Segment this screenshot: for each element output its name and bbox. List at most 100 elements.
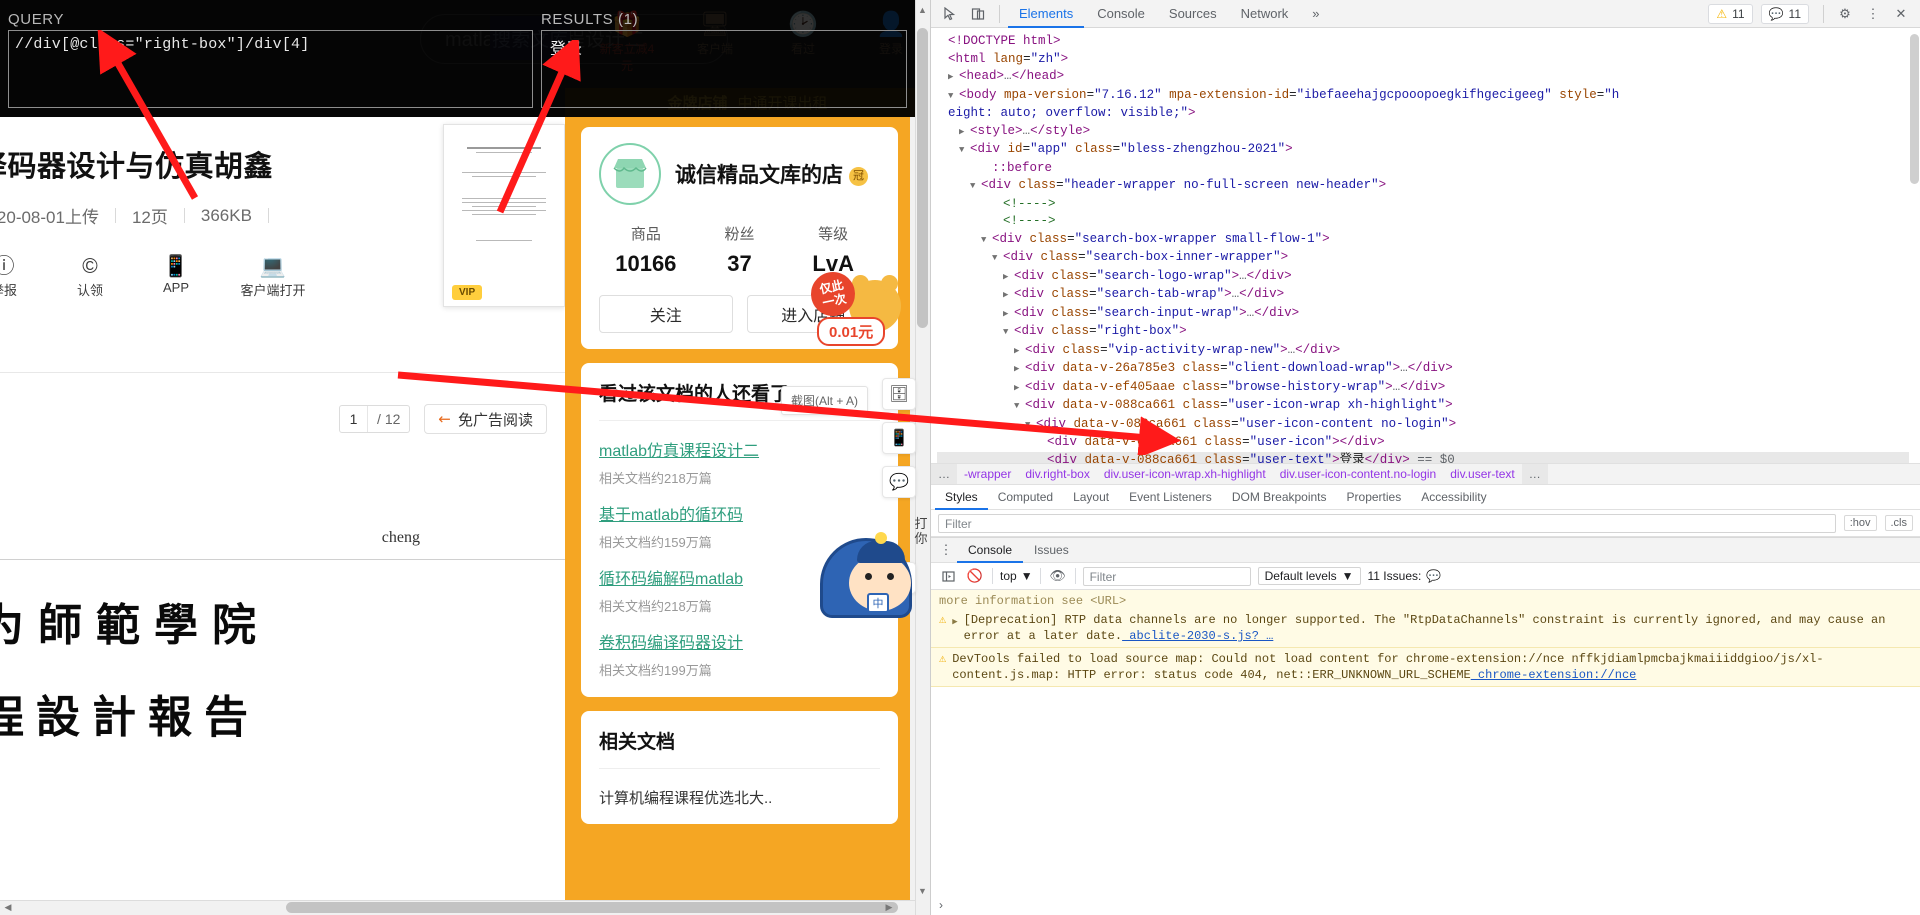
- dom-node[interactable]: <div class="search-tab-wrap">…</div>: [937, 286, 1920, 305]
- warning-count-badge[interactable]: ⚠ 11: [1708, 3, 1753, 24]
- execution-context-selector[interactable]: top ▼: [1000, 569, 1033, 583]
- console-message[interactable]: ⚠ DevTools failed to load source map: Cou…: [931, 648, 1920, 687]
- disclosure-triangle-icon[interactable]: [1003, 269, 1014, 287]
- live-expression-eye-icon[interactable]: 👁: [1048, 566, 1068, 586]
- breadcrumb-item[interactable]: -wrapper: [957, 467, 1018, 481]
- xpath-query-input[interactable]: //div[@class="right-box"]/div[4]: [8, 30, 533, 108]
- dom-tree-scrollbar[interactable]: [1909, 28, 1920, 463]
- more-vertical-icon[interactable]: ⋮: [1860, 2, 1886, 26]
- console-message[interactable]: more information see <URL>: [931, 590, 1920, 609]
- console-source-link[interactable]: abclite-2030-s.js? …: [1122, 629, 1273, 643]
- page-vertical-scrollbar[interactable]: ▲ ▼: [915, 0, 930, 915]
- disclosure-triangle-icon[interactable]: [948, 88, 959, 106]
- bag-icon[interactable]: 🗄: [882, 378, 916, 410]
- mascot-widget[interactable]: 打你 中: [808, 516, 928, 625]
- dom-node[interactable]: <div data-v-26a785e3 class="client-downl…: [937, 360, 1920, 379]
- scroll-thumb[interactable]: [1910, 34, 1919, 184]
- disclosure-triangle-icon[interactable]: [1003, 306, 1014, 324]
- device-toolbar-icon[interactable]: [965, 2, 991, 26]
- console-messages[interactable]: more information see <URL> ⚠ ▶ [Deprecation…: [931, 590, 1920, 915]
- breadcrumb-item[interactable]: div.right-box: [1018, 467, 1096, 481]
- tab-layout[interactable]: Layout: [1063, 485, 1119, 510]
- tab-properties[interactable]: Properties: [1337, 485, 1412, 510]
- page-indicator[interactable]: 1 / 12: [339, 405, 411, 433]
- hover-state-button[interactable]: :hov: [1843, 515, 1877, 531]
- recommend-link[interactable]: matlab仿真课程设计二: [599, 437, 759, 461]
- disclosure-triangle-icon[interactable]: [1003, 287, 1014, 305]
- breadcrumb-item[interactable]: div.user-icon-wrap.xh-highlight: [1097, 467, 1273, 481]
- tab-event-listeners[interactable]: Event Listeners: [1119, 485, 1222, 510]
- tab-dom-breakpoints[interactable]: DOM Breakpoints: [1222, 485, 1337, 510]
- disclosure-triangle-icon[interactable]: [1014, 361, 1025, 379]
- dom-node[interactable]: <head>…</head>: [937, 68, 1920, 87]
- app-button[interactable]: 📱 APP: [150, 254, 202, 295]
- dom-node[interactable]: <body mpa-version="7.16.12" mpa-extensio…: [937, 87, 1920, 106]
- scroll-left-icon[interactable]: ◀: [2, 902, 14, 914]
- follow-button[interactable]: 关注: [599, 295, 733, 333]
- breadcrumb-item[interactable]: div.user-icon-content.no-login: [1273, 467, 1444, 481]
- scroll-thumb[interactable]: [286, 902, 898, 913]
- disclosure-triangle-icon[interactable]: [981, 232, 992, 250]
- list-item[interactable]: 计算机编程课程优选北大..: [599, 773, 880, 808]
- dom-node[interactable]: <div class="search-box-inner-wrapper">: [937, 249, 1920, 268]
- dom-node[interactable]: <div class="search-logo-wrap">…</div>: [937, 268, 1920, 287]
- tab-computed[interactable]: Computed: [988, 485, 1063, 510]
- disclosure-triangle-icon[interactable]: [1014, 398, 1025, 416]
- inspect-cursor-icon[interactable]: [937, 2, 963, 26]
- console-message[interactable]: ⚠ ▶ [Deprecation] RTP data channels are no…: [931, 609, 1920, 648]
- tab-sources[interactable]: Sources: [1158, 0, 1228, 28]
- dom-node[interactable]: <!---->: [937, 196, 1920, 214]
- drawer-more-icon[interactable]: ⋮: [935, 542, 957, 558]
- dom-node[interactable]: eight: auto; overflow: visible;">: [937, 105, 1920, 123]
- comment-icon[interactable]: 💬: [882, 466, 916, 498]
- tab-accessibility[interactable]: Accessibility: [1411, 485, 1496, 510]
- scroll-down-icon[interactable]: ▼: [917, 885, 928, 897]
- dom-node-selected[interactable]: <div data-v-088ca661 class="user-text">登…: [937, 451, 1920, 463]
- dom-node[interactable]: ::before: [937, 160, 1920, 178]
- claim-button[interactable]: © 认领: [64, 254, 116, 299]
- dom-node[interactable]: <html lang="zh">: [937, 51, 1920, 69]
- list-item[interactable]: 卷积码编译码器设计 相关文档约199万篇: [599, 617, 880, 681]
- dom-node[interactable]: <div class="header-wrapper no-full-scree…: [937, 177, 1920, 196]
- breadcrumb-item[interactable]: div.user-text: [1443, 467, 1521, 481]
- breadcrumb-item[interactable]: …: [1521, 464, 1548, 484]
- recommend-link[interactable]: 循环码编解码matlab: [599, 565, 743, 589]
- console-source-link[interactable]: chrome-extension://nce: [1471, 668, 1636, 682]
- scroll-thumb[interactable]: [917, 28, 928, 328]
- dom-node[interactable]: <div data-v-088ca661 class="user-icon-wr…: [937, 397, 1920, 416]
- console-sidebar-icon[interactable]: [938, 566, 958, 586]
- disclosure-triangle-icon[interactable]: [992, 250, 1003, 268]
- scroll-up-icon[interactable]: ▲: [917, 4, 928, 16]
- breadcrumb-item[interactable]: …: [931, 464, 957, 484]
- breadcrumb[interactable]: … -wrapper div.right-box div.user-icon-wrap…: [931, 463, 1920, 485]
- xpath-results-box[interactable]: 登录: [541, 30, 907, 108]
- dom-node[interactable]: <!DOCTYPE html>: [937, 33, 1920, 51]
- page-horizontal-scrollbar[interactable]: ◀ ▶: [0, 900, 915, 915]
- dom-node[interactable]: <div class="vip-activity-wrap-new">…</di…: [937, 342, 1920, 361]
- class-toggle-button[interactable]: .cls: [1884, 515, 1913, 531]
- dom-node[interactable]: <div data-v-088ca661 class="user-icon"><…: [937, 434, 1920, 452]
- report-button[interactable]: ⓘ 举报: [0, 254, 30, 299]
- open-in-client-button[interactable]: 💻 客户端打开: [236, 254, 310, 299]
- disclosure-triangle-icon[interactable]: [1014, 343, 1025, 361]
- dom-node[interactable]: <div id="app" class="bless-zhengzhou-202…: [937, 141, 1920, 160]
- recommend-link[interactable]: 卷积码编译码器设计: [599, 629, 743, 653]
- disclosure-triangle-icon[interactable]: [970, 178, 981, 196]
- disclosure-triangle-icon[interactable]: [948, 69, 959, 87]
- gear-icon[interactable]: ⚙: [1832, 2, 1858, 26]
- issues-summary[interactable]: 11 Issues: 💬: [1368, 569, 1442, 583]
- dom-node[interactable]: <style>…</style>: [937, 123, 1920, 142]
- document-thumbnail[interactable]: VIP: [443, 124, 565, 307]
- list-item[interactable]: matlab仿真课程设计二 相关文档约218万篇: [599, 425, 880, 489]
- tab-console[interactable]: Console: [1086, 0, 1156, 28]
- more-tabs-button[interactable]: »: [1301, 0, 1330, 28]
- message-count-badge[interactable]: 💬 11: [1760, 3, 1809, 24]
- styles-filter-input[interactable]: Filter: [938, 513, 1836, 533]
- xpath-result-item[interactable]: 登录: [550, 35, 582, 59]
- disclosure-triangle-icon[interactable]: [1014, 380, 1025, 398]
- dom-node[interactable]: <!---->: [937, 213, 1920, 231]
- disclosure-triangle-icon[interactable]: [1025, 417, 1036, 435]
- browser-page-pane[interactable]: matlab仿真课程设计二 搜索文库 🎁 新客立减4元 🖥 客户端 🕑 看过 👤: [0, 0, 930, 915]
- clear-console-icon[interactable]: 🚫: [965, 566, 985, 586]
- console-prompt[interactable]: ›: [931, 895, 1920, 915]
